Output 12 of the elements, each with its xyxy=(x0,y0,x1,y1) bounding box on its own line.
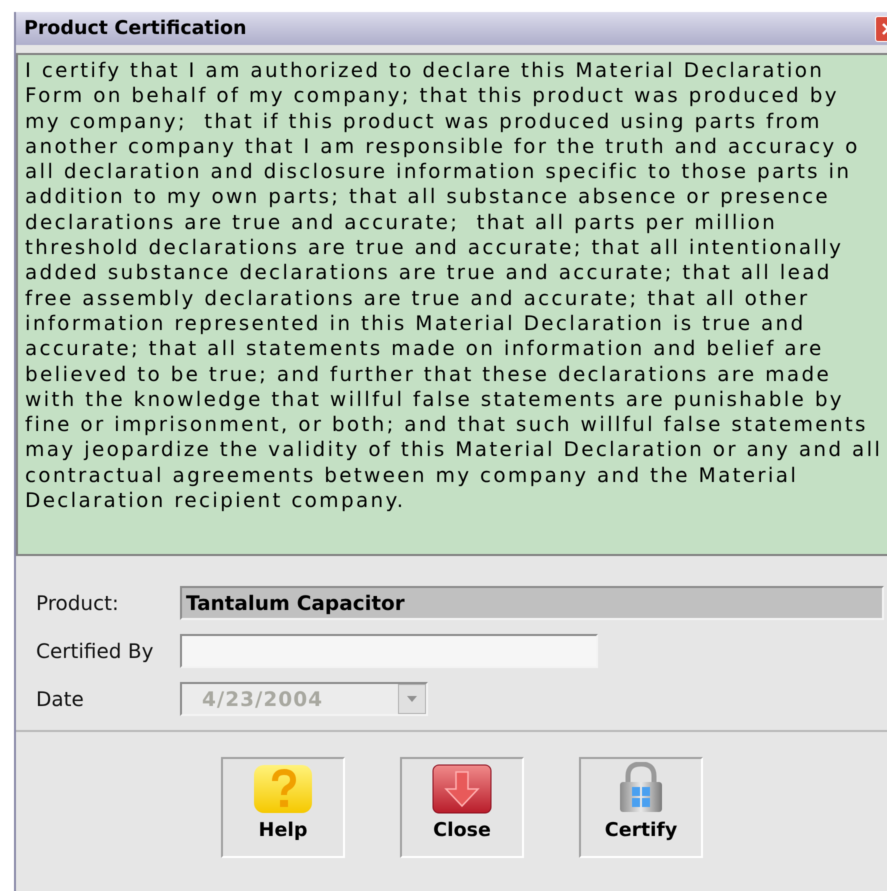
toolbar-button[interactable]: Certify xyxy=(579,757,703,858)
field-label: Product: xyxy=(36,590,120,617)
toolbar-button[interactable]: Help xyxy=(221,757,345,858)
toolbar-button[interactable]: Close xyxy=(400,757,524,858)
field-label: Date xyxy=(36,686,85,713)
product-field: Tantalum Capacitor xyxy=(180,586,884,620)
date-value: 4/23/2004 xyxy=(201,686,324,713)
field-label: Certified By xyxy=(36,638,154,665)
certification-statement: I certify that I am authorized to declare this Material Declaration Form on behalf of my company; that this product was produced by my company; that if this product was produced using parts from another company that I am responsible for the truth and accuracy o all declaration and disclosure information specific to those parts in addition to my own parts; that all substance absence or presence declarations are true and accurate; that all parts per million threshold declarations are true and accurate; that all intentionally added substance declarations are true and accurate; that all lead free assembly declarations are true and accurate; that all other information represented in this Material Declaration is true and accurate; that all statements made on information and belief are believed to be true; and further that these declarations are made with the knowledge that willful false statements are punishable by fine or imprisonment, or both; and that such willful false statements may jeopardize the validity of this Material Declaration or any and all contractual agreements between my company and the Material Declaration recipient company. xyxy=(25,58,884,514)
window-title: Product Certification xyxy=(24,16,247,42)
certified-by-field[interactable] xyxy=(180,634,598,668)
question-mark-icon xyxy=(253,764,313,814)
